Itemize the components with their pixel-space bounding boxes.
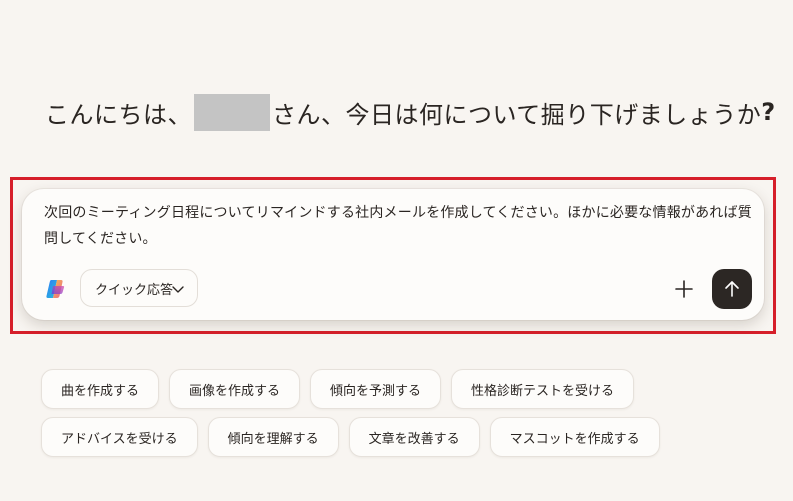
copilot-logo: [46, 280, 65, 298]
greeting-heading: こんにちは、 さん、今日は何について掘り下げましょうか ?: [45, 92, 776, 132]
suggestion-chip-predict-trends[interactable]: 傾向を予測する: [310, 369, 442, 409]
mode-label: クイック応答: [95, 282, 174, 298]
suggestion-row-2: アドバイスを受ける 傾向を理解する 文章を改善する マスコットを作成する: [41, 417, 660, 457]
suggestion-row-1: 曲を作成する 画像を作成する 傾向を予測する 性格診断テストを受ける: [41, 369, 635, 409]
greeting-suffix: さん、今日は何について掘り下げましょうか: [272, 100, 762, 129]
arrow-up-icon: [725, 281, 739, 297]
greeting-question-mark: ?: [761, 98, 776, 126]
greeting-prefix: こんにちは、: [45, 100, 192, 129]
prompt-input[interactable]: 次回のミーティング日程についてリマインドする社内メールを作成してください。ほかに…: [44, 200, 754, 252]
quick-response-mode-dropdown[interactable]: クイック応答: [80, 269, 198, 307]
send-button[interactable]: [712, 269, 752, 309]
suggestion-chip-create-image[interactable]: 画像を作成する: [169, 369, 301, 409]
redacted-user-name: [194, 93, 270, 131]
chat-composer[interactable]: 次回のミーティング日程についてリマインドする社内メールを作成してください。ほかに…: [22, 189, 764, 320]
plus-icon[interactable]: [672, 277, 696, 301]
chevron-down-icon: [172, 286, 184, 293]
suggestion-chip-get-advice[interactable]: アドバイスを受ける: [41, 417, 198, 457]
suggestion-chip-personality-test[interactable]: 性格診断テストを受ける: [451, 369, 635, 409]
suggestion-chip-create-mascot[interactable]: マスコットを作成する: [489, 417, 660, 457]
suggestion-chip-improve-writing[interactable]: 文章を改善する: [348, 417, 480, 457]
suggestion-chip-create-song[interactable]: 曲を作成する: [41, 369, 160, 409]
suggestion-chip-understand-trends[interactable]: 傾向を理解する: [207, 417, 339, 457]
